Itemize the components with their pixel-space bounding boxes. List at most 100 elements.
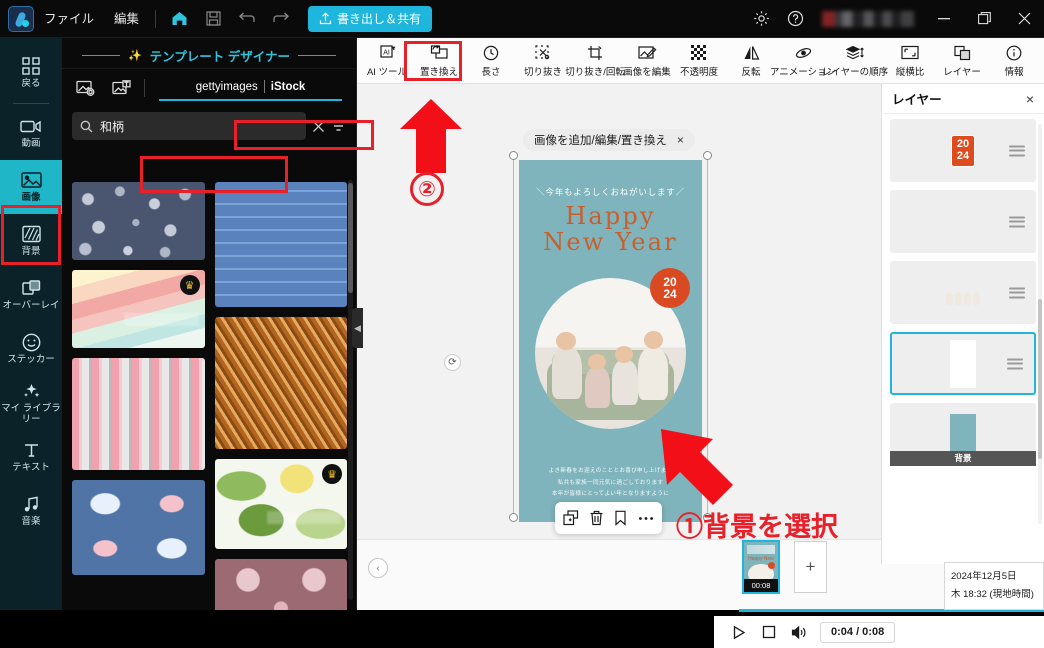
window-close-button[interactable] [1004,0,1044,38]
sidebar-item-text[interactable]: テキスト [0,430,62,484]
undo-icon[interactable] [230,0,264,38]
tool-label-edit-image: 画像を編集 [623,66,671,78]
list-item[interactable] [72,182,205,260]
timeline-scene-thumbnail[interactable]: Happy New Year 00:08 [742,540,780,594]
person-head [643,330,664,349]
export-share-button[interactable]: 書き出し＆共有 [308,5,433,32]
stock-media-icon[interactable] [106,75,136,101]
menu-edit[interactable]: 編集 [104,0,149,38]
search-input[interactable] [100,119,298,133]
design-card[interactable]: ＼今年もよろしくおねがいします／ Happy New Year 20 24 よき… [519,160,702,522]
person-figure [551,347,582,399]
canvas-hint-close-icon[interactable]: × [677,133,684,147]
bookmark-icon[interactable] [610,507,632,529]
list-item[interactable] [214,182,347,307]
close-icon[interactable]: × [1026,91,1034,107]
layer-row-background[interactable]: 背景 [890,403,1036,466]
face-shape [964,291,971,305]
add-scene-button[interactable]: + [794,541,827,593]
help-icon[interactable] [778,0,812,38]
tool-duration[interactable]: 長さ [465,39,517,83]
sidebar-item-my-library[interactable]: マイ ライブラリー [0,376,62,430]
layer-drag-handle[interactable] [1007,358,1023,369]
layer-row-photo[interactable] [890,261,1036,324]
layer-row-year[interactable]: 20 24 [890,119,1036,182]
my-library-icon [20,381,42,401]
clear-search-icon[interactable] [312,120,325,133]
sidebar-item-sticker[interactable]: ステッカー [0,322,62,376]
person-figure [584,367,611,408]
sidebar-item-image[interactable]: 画像 [0,160,62,214]
layer-drag-handle[interactable] [1009,145,1025,156]
app-logo-icon [8,5,34,32]
menu-file[interactable]: ファイル [34,0,104,38]
rotate-handle[interactable]: ⟳ [444,354,461,371]
list-item[interactable] [214,559,347,610]
layers-panel-title: レイヤー [892,93,942,107]
sidebar-item-overlay[interactable]: オーバーレイ [0,268,62,322]
home-icon[interactable] [162,0,196,38]
layer-row-text[interactable] [890,190,1036,253]
play-icon[interactable] [724,617,754,647]
more-icon[interactable] [635,507,657,529]
window-maximize-button[interactable] [964,0,1004,38]
selection-handle-tl[interactable] [509,151,518,160]
tab-gettyimages-istock[interactable]: gettyimages iStock [159,75,342,101]
layer-order-icon [845,44,865,62]
tool-edit-image[interactable]: 画像を編集 [621,39,673,83]
layer-drag-handle[interactable] [1009,287,1025,298]
list-item[interactable] [214,317,347,449]
sidebar-label-my-sticker: ステッカー [7,354,55,366]
panel-collapse-handle[interactable]: ◀ [352,308,363,348]
layers-panel: レイヤー × 20 24 背景 [881,84,1044,564]
user-account-name[interactable] [822,10,914,27]
tool-cutout[interactable]: 切り抜き [517,39,569,83]
sidebar-item-background[interactable]: 背景 [0,214,62,268]
tool-aspect-ratio[interactable]: 縦横比 [884,39,936,83]
filter-icon[interactable] [331,120,346,132]
sticker-icon [20,332,42,352]
sidebar-item-video[interactable]: 動画 [0,106,62,160]
search-box[interactable] [72,112,306,140]
tool-opacity[interactable]: 不透明度 [673,39,725,83]
edit-image-icon [637,44,657,62]
tool-crop-rotate[interactable]: 切り抜き/回転 [565,39,625,83]
tool-label-info: 情報 [1004,66,1024,78]
selection-edge-right [707,156,708,518]
list-item[interactable] [72,358,205,470]
tool-replace[interactable]: 置き換え [413,39,465,83]
tool-layers[interactable]: レイヤー [936,39,988,83]
list-item[interactable] [72,480,205,575]
playback-bar: 0:04 / 0:08 フィット ▼ [714,616,1044,648]
volume-icon[interactable] [784,617,814,647]
selection-handle-bl[interactable] [509,513,518,522]
sidebar-label-music: 音楽 [21,516,41,528]
watermark [124,313,199,327]
selection-handle-tr[interactable] [703,151,712,160]
window-minimize-button[interactable] [924,0,964,38]
sidebar-item-back[interactable]: 戻る [0,46,62,100]
info-icon [1006,44,1022,62]
save-icon[interactable] [196,0,230,38]
tool-ai[interactable]: AI AI ツール [361,39,413,83]
layer-drag-handle[interactable] [1009,216,1025,227]
timeline-prev-button[interactable]: ‹ [368,558,388,578]
duplicate-icon[interactable] [560,507,582,529]
gear-icon[interactable] [744,0,778,38]
premium-crown-icon: ♛ [179,275,200,295]
layers-scrollbar-thumb[interactable] [1038,299,1042,459]
tool-layer-order[interactable]: レイヤーの順序 [822,39,888,83]
card-year-bottom: 24 [663,287,677,301]
sidebar-item-music[interactable]: 音楽 [0,484,62,538]
tool-info[interactable]: 情報 [988,39,1040,83]
redo-icon[interactable] [264,0,298,38]
opacity-icon [691,44,707,62]
list-item[interactable]: ♛ [72,270,205,348]
layer-row-white[interactable] [890,332,1036,395]
local-media-icon[interactable] [70,75,100,101]
tool-label-cutout: 切り抜き [523,66,562,78]
panel-scrollbar-thumb[interactable] [348,183,353,293]
stop-icon[interactable] [754,617,784,647]
list-item[interactable]: ♛ [214,459,347,549]
delete-icon[interactable] [585,507,607,529]
